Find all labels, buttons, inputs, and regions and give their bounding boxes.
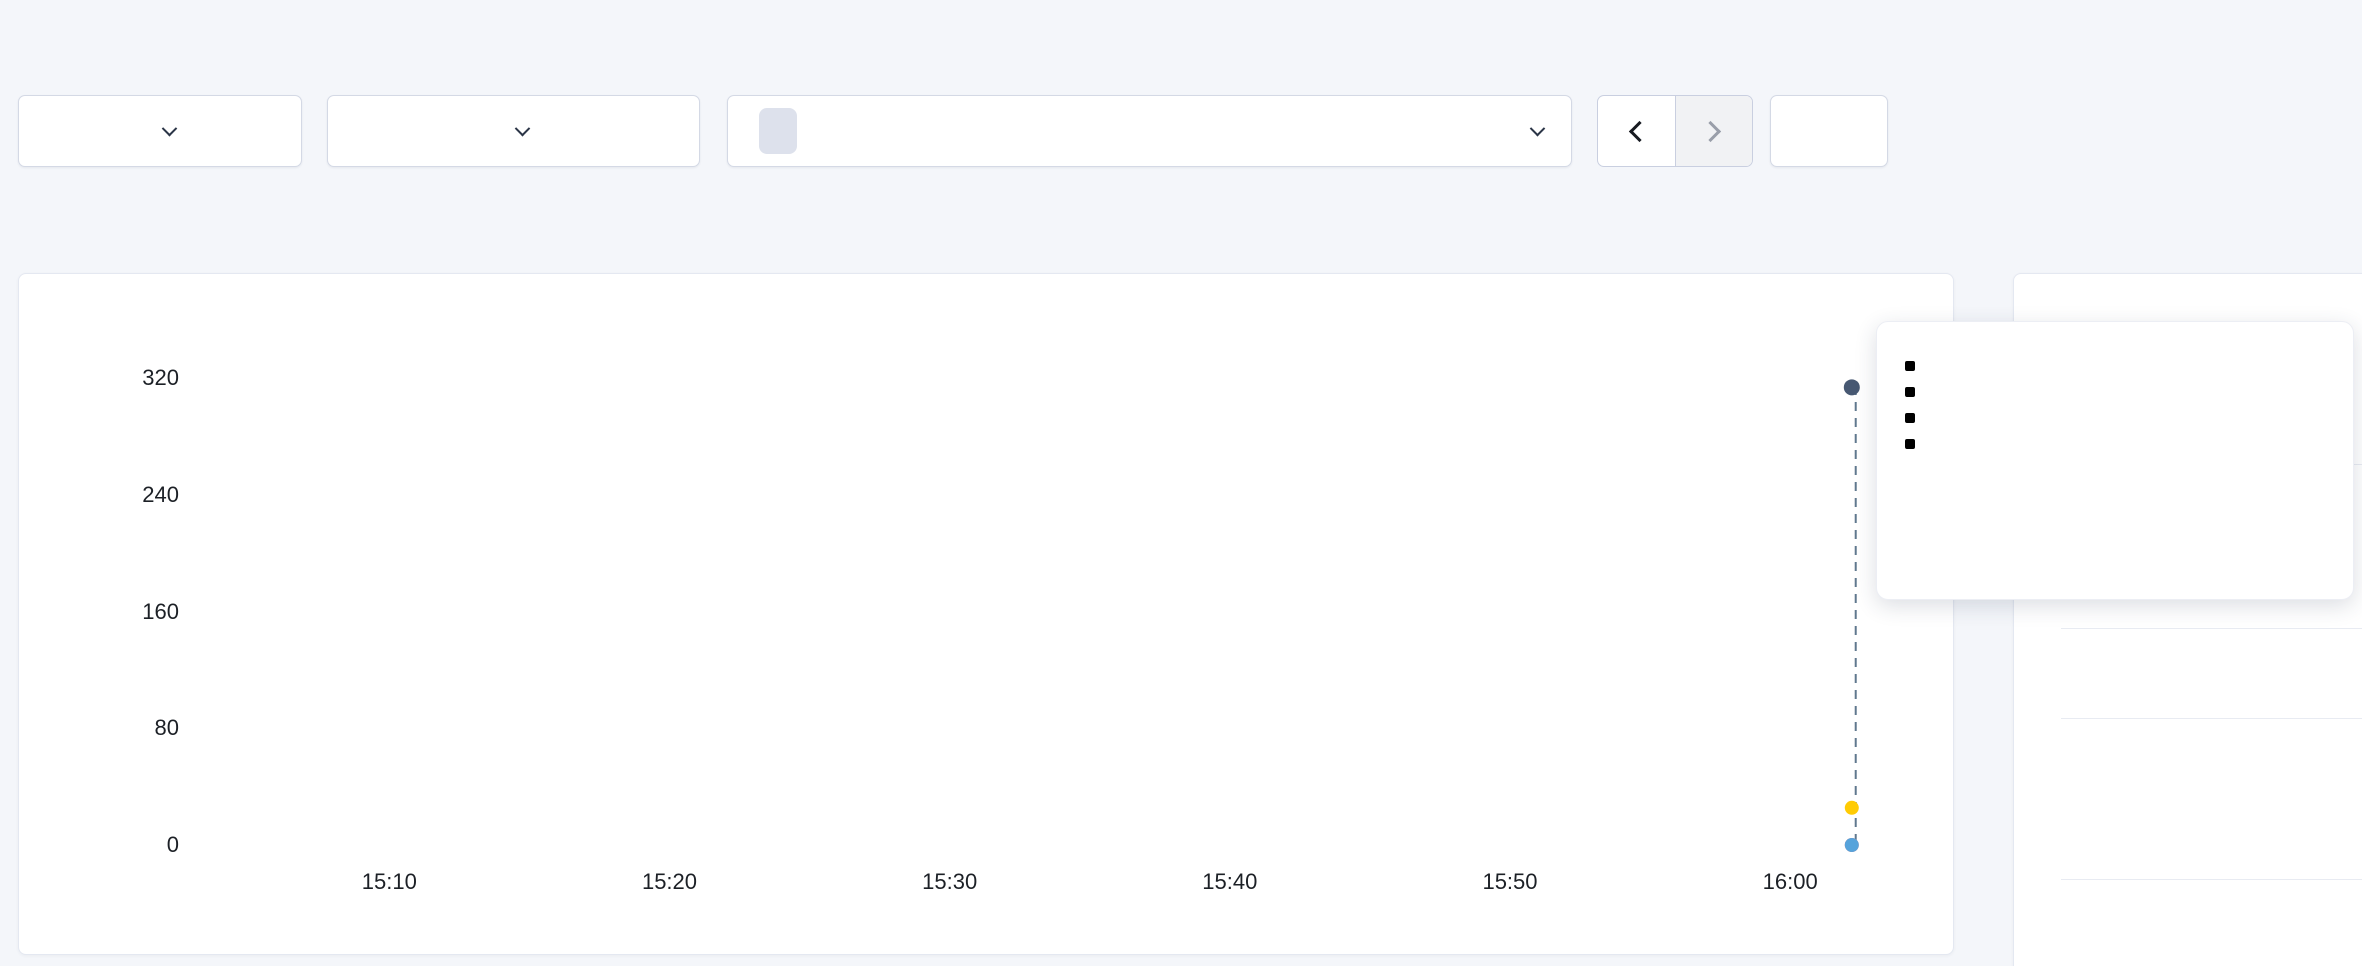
x-tick-label: 15:50 bbox=[1455, 869, 1565, 895]
y-tick-label: 240 bbox=[93, 482, 179, 508]
time-window-badge bbox=[759, 108, 797, 154]
x-tick-label: 15:10 bbox=[334, 869, 444, 895]
x-tick-label: 16:00 bbox=[1735, 869, 1845, 895]
inserts-legend-swatch bbox=[1905, 413, 1915, 423]
hover-dot-updates bbox=[1845, 801, 1859, 815]
y-tick-label: 160 bbox=[93, 599, 179, 625]
chevron-down-icon bbox=[1530, 120, 1546, 136]
sql-statements-chart bbox=[19, 274, 1955, 956]
divider bbox=[2061, 718, 2362, 719]
y-tick-label: 0 bbox=[93, 832, 179, 858]
hover-dot-deletes bbox=[1845, 838, 1859, 852]
y-axis-label bbox=[59, 544, 87, 664]
sql-statements-chart-card: 0 80 160 240 320 15:10 15:20 15:30 15:40 15:50 16:… bbox=[18, 273, 1954, 955]
chevron-down-icon bbox=[515, 120, 531, 136]
deletes-legend-swatch bbox=[1905, 439, 1915, 449]
metrics-page: { "page": { "title": "Metrics" }, "toolb… bbox=[0, 0, 2362, 966]
x-tick-label: 15:20 bbox=[614, 869, 724, 895]
now-button[interactable] bbox=[1770, 95, 1888, 167]
chevron-right-icon bbox=[1700, 120, 1721, 141]
x-tick-label: 15:30 bbox=[895, 869, 1005, 895]
y-tick-label: 80 bbox=[93, 715, 179, 741]
tooltip-series-row bbox=[1905, 387, 2325, 397]
dashboard-dropdown[interactable] bbox=[327, 95, 700, 167]
next-time-button[interactable] bbox=[1675, 96, 1753, 166]
tooltip-series-row bbox=[1905, 413, 2325, 423]
prev-time-button[interactable] bbox=[1598, 96, 1675, 166]
chevron-down-icon bbox=[161, 120, 177, 136]
x-tick-label: 15:40 bbox=[1175, 869, 1285, 895]
hover-dot-inserts bbox=[1845, 838, 1859, 852]
updates-legend-swatch bbox=[1905, 387, 1915, 397]
hover-dot-selects bbox=[1844, 379, 1860, 395]
graph-scope-dropdown[interactable] bbox=[18, 95, 302, 167]
tooltip-series-row bbox=[1905, 439, 2325, 449]
divider bbox=[2061, 628, 2362, 629]
selects-legend-swatch bbox=[1905, 361, 1915, 371]
y-tick-label: 320 bbox=[93, 365, 179, 391]
time-nav-group bbox=[1597, 95, 1753, 167]
chart-hover-tooltip bbox=[1876, 321, 2354, 600]
time-window-dropdown[interactable] bbox=[727, 95, 1572, 167]
chevron-left-icon bbox=[1629, 120, 1650, 141]
tooltip-series-row bbox=[1905, 361, 2325, 371]
divider bbox=[2061, 879, 2362, 880]
